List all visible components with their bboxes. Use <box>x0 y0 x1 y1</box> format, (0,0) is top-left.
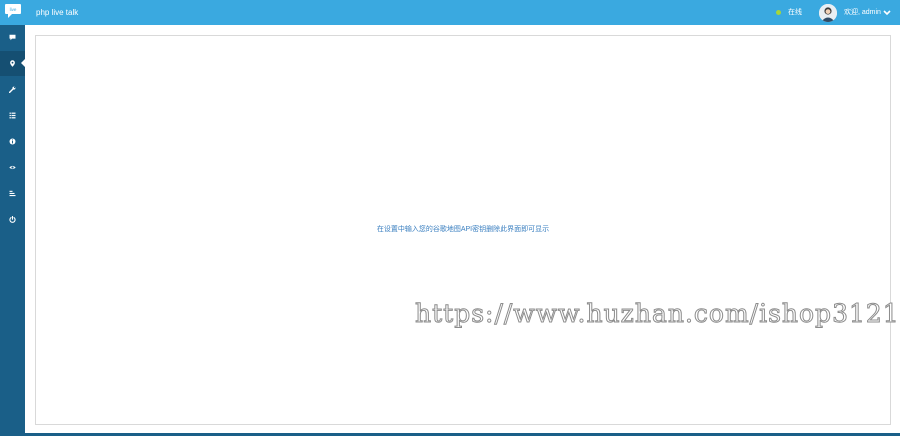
sidebar-item-logout[interactable] <box>0 207 25 232</box>
active-indicator <box>21 59 25 67</box>
top-bar: live php live talk 在线 欢迎, admin <box>0 0 900 25</box>
list-icon <box>9 112 16 119</box>
sidebar-item-tools[interactable] <box>0 77 25 102</box>
svg-text:live: live <box>10 7 17 12</box>
wrench-icon <box>9 86 16 93</box>
sidebar-item-info[interactable] <box>0 129 25 154</box>
sidebar-item-map[interactable] <box>0 51 25 76</box>
user-avatar[interactable] <box>819 4 837 22</box>
app-title[interactable]: php live talk <box>36 6 78 19</box>
avatar-image <box>819 4 837 22</box>
online-status-dot <box>776 10 781 15</box>
chat-icon <box>9 34 16 41</box>
bar-list-icon <box>9 190 16 197</box>
welcome-user-label[interactable]: 欢迎, admin <box>844 7 881 18</box>
map-panel: 在设置中输入您的谷歌地图API密钥删除此界面即可显示 <box>35 35 891 425</box>
map-pin-icon <box>10 60 15 67</box>
online-status-label[interactable]: 在线 <box>788 7 802 18</box>
eye-icon <box>9 165 16 170</box>
watermark-text: https://www.huzhan.com/ishop31217 <box>415 299 900 329</box>
chat-bubble-logo-icon[interactable]: live <box>4 3 22 19</box>
chevron-down-icon[interactable] <box>883 9 891 16</box>
sidebar-item-view[interactable] <box>0 155 25 180</box>
power-icon <box>9 216 16 223</box>
sidebar-item-chat[interactable] <box>0 25 25 50</box>
map-api-key-message: 在设置中输入您的谷歌地图API密钥删除此界面即可显示 <box>376 226 550 233</box>
sidebar-item-reports[interactable] <box>0 181 25 206</box>
sidebar-nav <box>0 25 25 436</box>
info-icon <box>9 138 16 145</box>
sidebar-item-list[interactable] <box>0 103 25 128</box>
